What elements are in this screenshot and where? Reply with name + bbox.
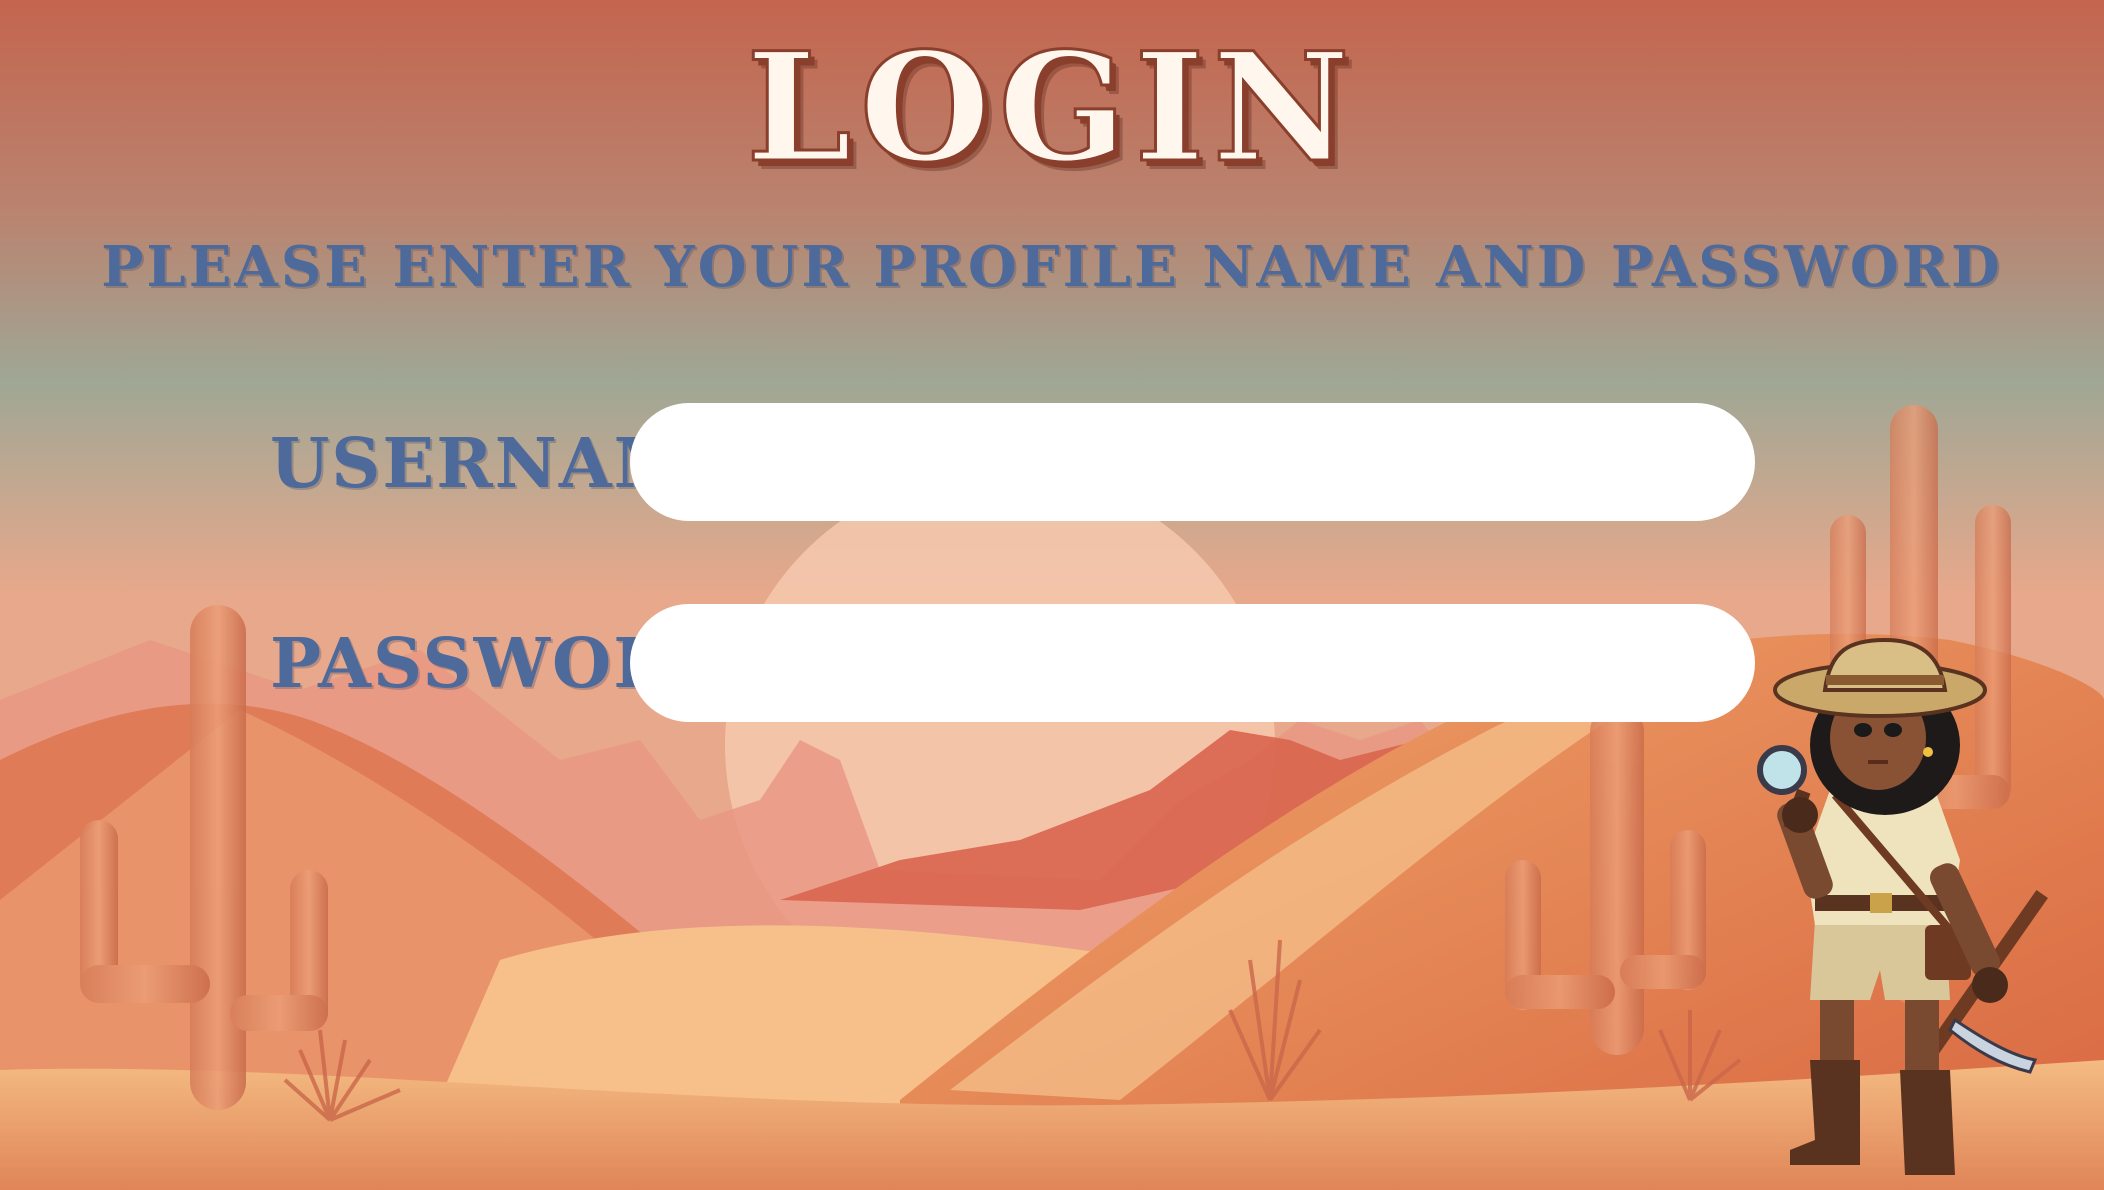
password-label: PASSWORD — [270, 624, 733, 704]
password-input[interactable] — [630, 604, 1755, 722]
username-label: USERNAME — [270, 424, 745, 504]
username-input[interactable] — [630, 403, 1755, 521]
login-title: LOGIN — [745, 20, 1358, 196]
login-instructions: PLEASE ENTER YOUR PROFILE NAME AND PASSW… — [101, 234, 2003, 300]
